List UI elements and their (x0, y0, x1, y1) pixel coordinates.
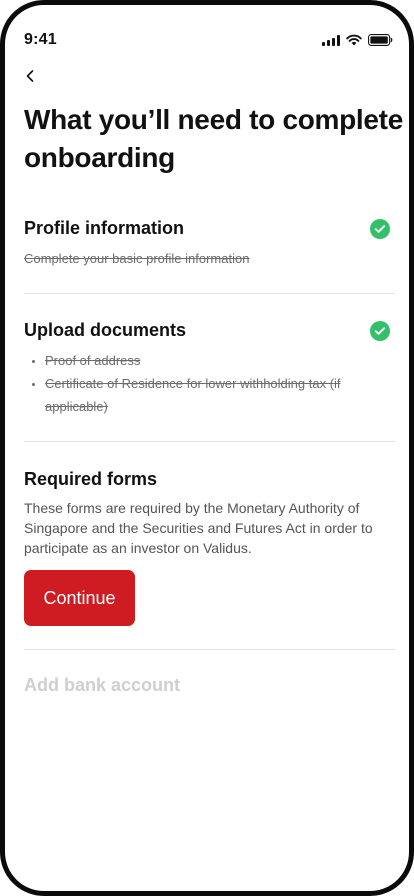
documents-section-title: Upload documents (24, 320, 187, 340)
forms-description: These forms are required by the Monetary… (24, 500, 373, 556)
list-item: Certificate of Residence for lower withh… (24, 372, 390, 418)
list-item: Proof of address (24, 349, 390, 372)
status-bar: 9:41 (5, 27, 409, 51)
documents-list: Proof of address Certificate of Residenc… (24, 349, 390, 418)
forms-section: Required forms These forms are required … (24, 469, 390, 558)
status-icons (322, 34, 393, 46)
battery-icon (368, 34, 393, 46)
page-title: What you’ll need to complete onboarding (24, 104, 403, 173)
phone-frame: 9:41 What you’ll need to complete onboar… (0, 0, 414, 896)
profile-section-title: Profile information (24, 218, 185, 238)
forms-section-title: Required forms (24, 469, 158, 489)
divider (24, 441, 395, 442)
check-icon (370, 320, 390, 341)
divider (24, 293, 395, 294)
divider (24, 649, 395, 650)
status-time: 9:41 (24, 31, 57, 48)
continue-button[interactable]: Continue (24, 570, 135, 626)
profile-section-subtitle: Complete your basic profile information (24, 251, 250, 266)
wifi-icon (346, 34, 362, 46)
back-icon[interactable] (23, 65, 45, 87)
add-bank-account-item: Add bank account (24, 675, 181, 695)
signal-icon (322, 35, 340, 46)
check-icon (370, 218, 390, 239)
profile-section: Profile information Complete your basic … (24, 218, 390, 270)
documents-section: Upload documents Proof of address Certif… (24, 320, 390, 418)
